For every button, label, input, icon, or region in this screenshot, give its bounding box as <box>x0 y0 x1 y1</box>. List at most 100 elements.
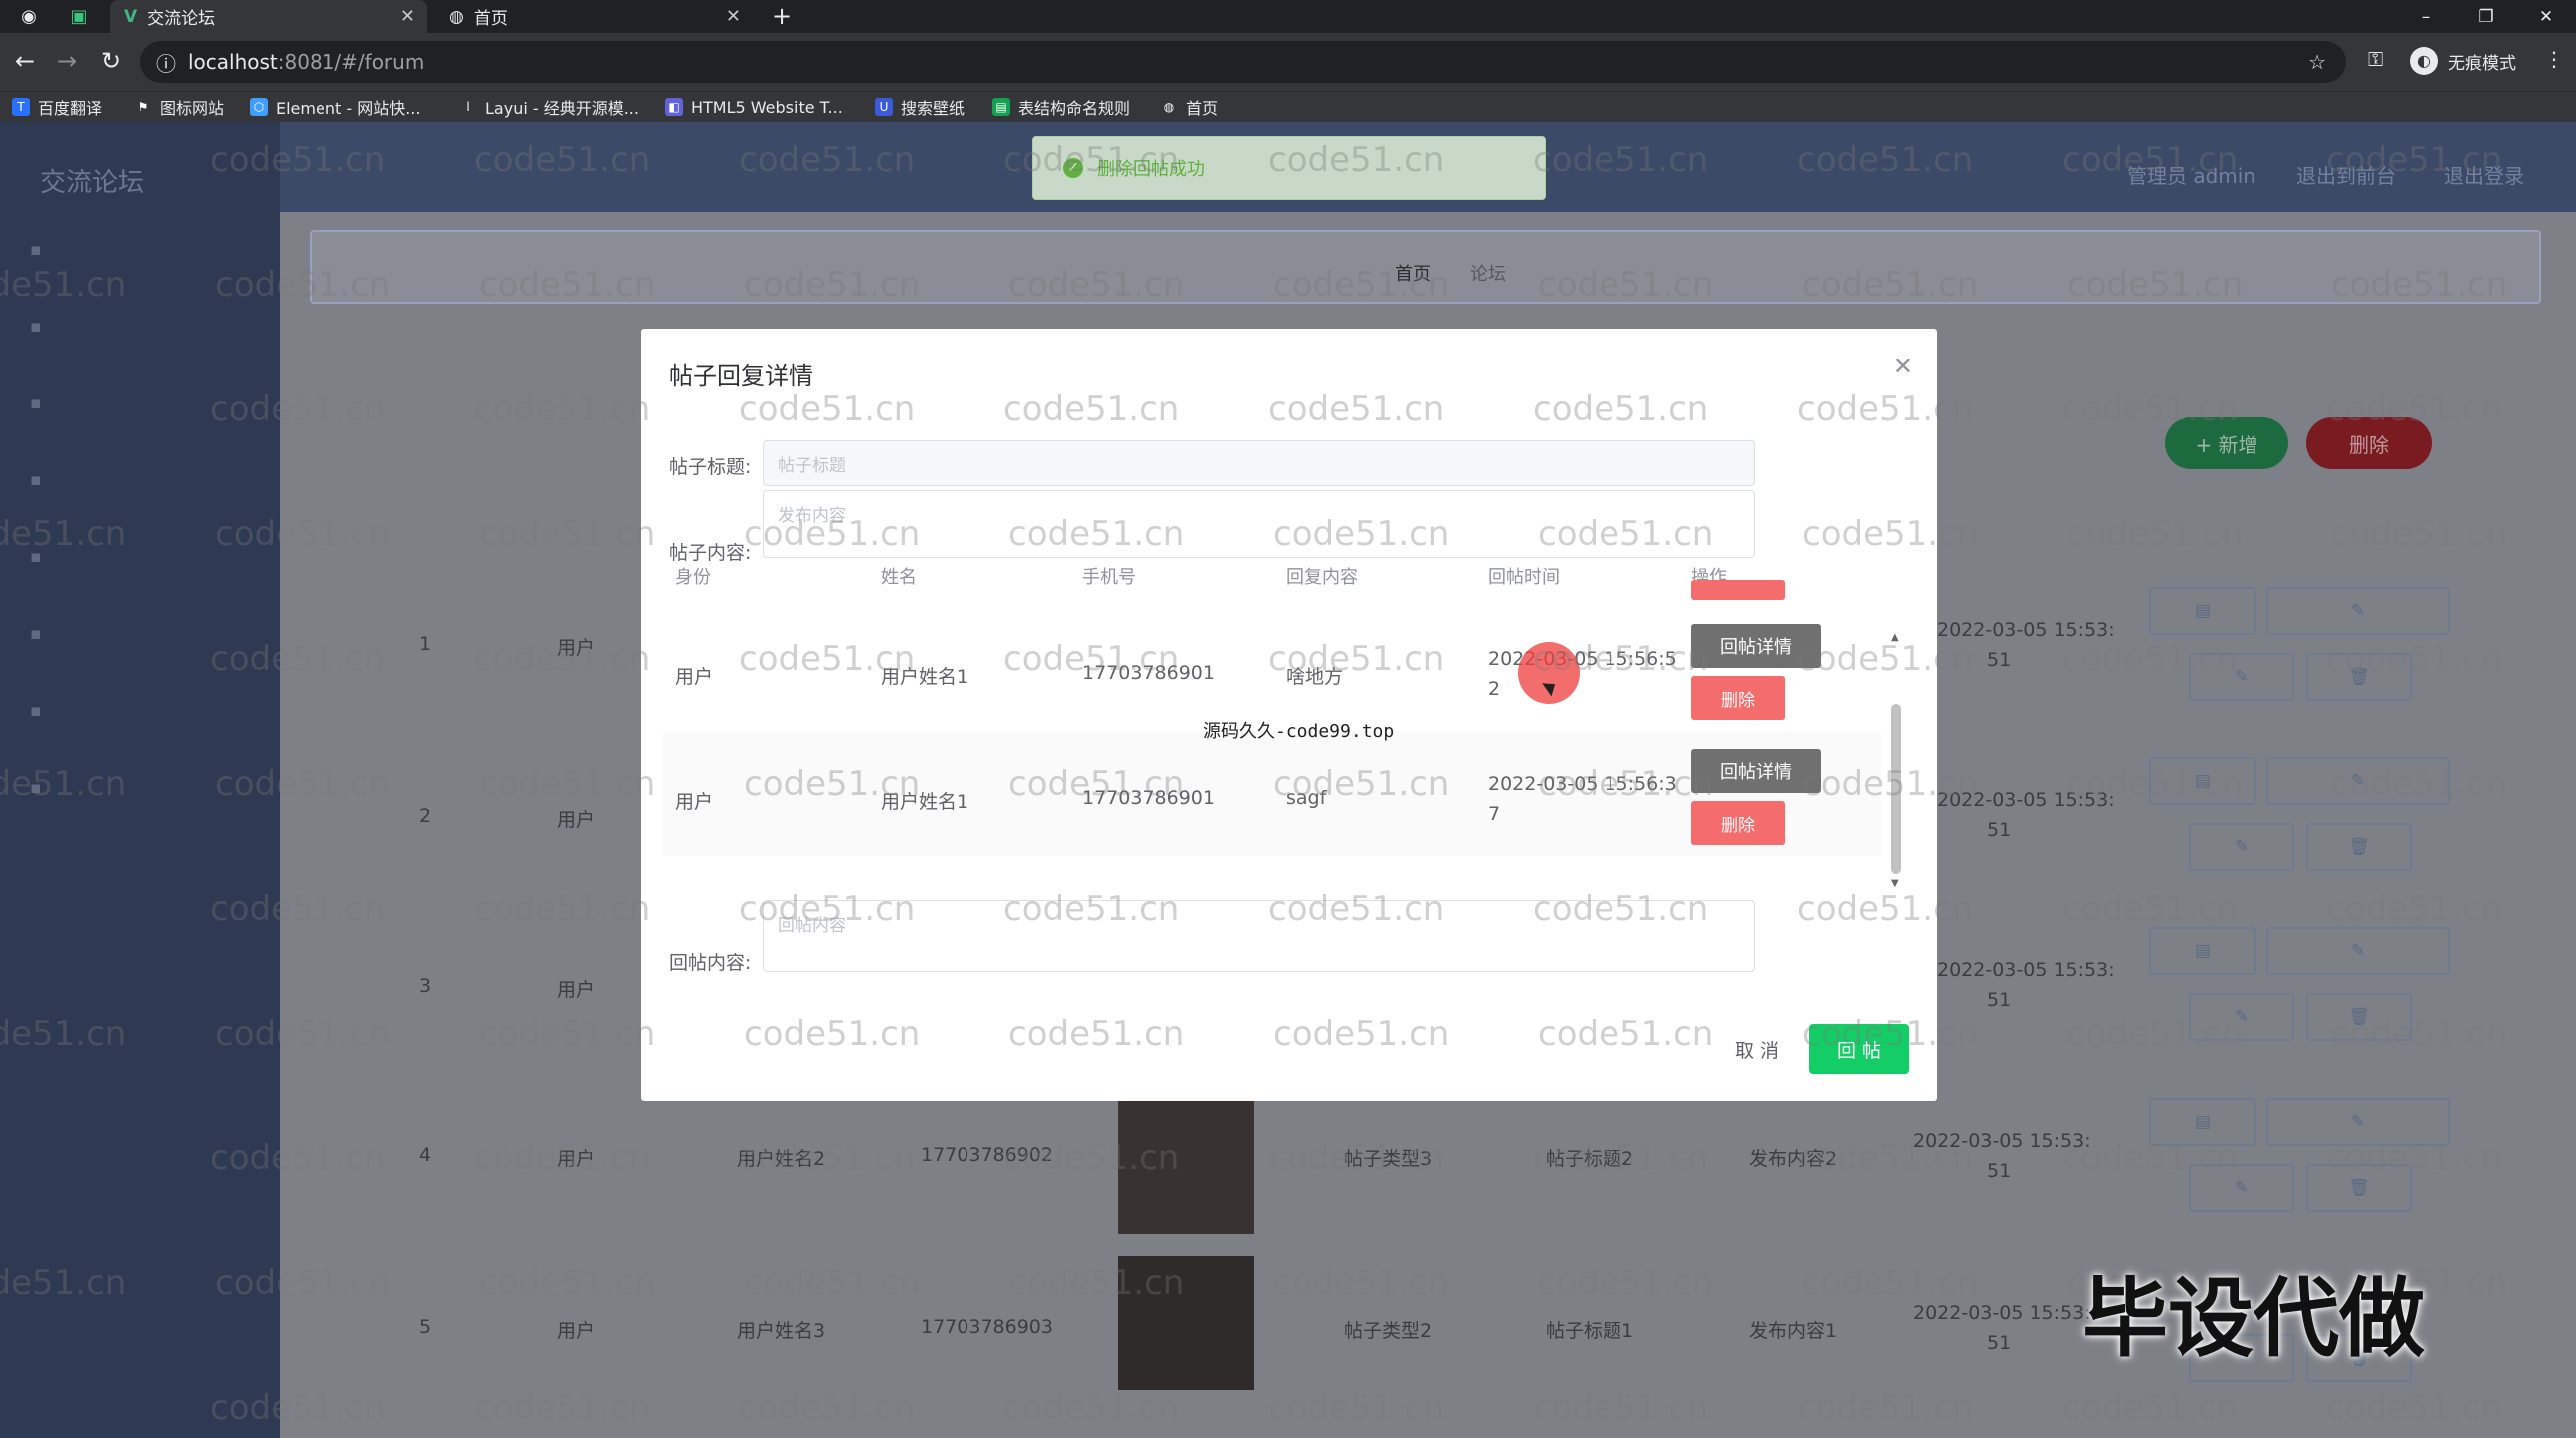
close-icon[interactable]: ✕ <box>1893 353 1913 380</box>
reply-detail-button[interactable]: 回帖详情 <box>1691 749 1821 793</box>
bg-row-index: 3 <box>419 975 432 997</box>
bg-row-index: 5 <box>419 1316 432 1338</box>
cell-phone: 17703786901 <box>1082 787 1215 809</box>
sidebar-item[interactable]: ▪ <box>30 317 42 337</box>
close-icon[interactable]: ✕ <box>726 6 741 27</box>
bookmark-label: Element - 网站快... <box>276 99 421 118</box>
key-icon[interactable]: ⚿ <box>2368 47 2383 71</box>
bg-row-type: 帖子类型3 <box>1344 1148 1433 1170</box>
post-title-input[interactable]: 帖子标题 <box>763 440 1755 486</box>
bg-view-replies-button[interactable]: ✎ <box>2266 927 2450 975</box>
app-icon[interactable]: ▣ <box>66 3 92 29</box>
bg-detail-button[interactable]: ▤ <box>2149 587 2256 635</box>
reply-content-textarea[interactable]: 回帖内容 <box>763 900 1755 972</box>
table-scrollbar[interactable]: ▲ ▼ <box>1889 628 1903 889</box>
logout-link[interactable]: 退出登录 <box>2444 160 2524 189</box>
dialog-title: 帖子回复详情 <box>669 362 813 390</box>
address-bar[interactable]: ⓘ localhost:8081/#/forum ☆ <box>140 41 2346 83</box>
layui-icon: ⅼ <box>466 100 470 114</box>
tab-home[interactable]: ◍ 首页 ✕ <box>435 0 753 33</box>
bg-detail-button[interactable]: ▤ <box>2149 927 2256 975</box>
bookmark-item[interactable]: T 百度翻译 <box>12 96 102 118</box>
submit-reply-button[interactable]: 回 帖 <box>1809 1024 1909 1074</box>
bg-row-index: 2 <box>419 805 432 827</box>
bg-edit-button[interactable]: ✎ <box>2189 1164 2294 1212</box>
tab-forum[interactable]: V 交流论坛 ✕ <box>110 0 427 33</box>
toast-message: 删除回帖成功 <box>1097 159 1205 180</box>
bg-view-replies-button[interactable]: ✎ <box>2266 587 2450 635</box>
browser-tab-strip: ◉ ▣ V 交流论坛 ✕ ◍ 首页 ✕ + – ❐ ✕ <box>0 0 2576 33</box>
bookmark-item[interactable]: ⚑ 图标网站 <box>134 96 224 118</box>
close-window-icon[interactable]: ✕ <box>2516 0 2576 33</box>
bg-delete-button[interactable]: 🗑 <box>2306 1164 2412 1212</box>
element-icon: ⬡ <box>250 98 268 116</box>
bookmark-item[interactable]: ◍ 首页 <box>1160 96 1218 118</box>
bg-delete-button[interactable]: 🗑 <box>2306 993 2412 1041</box>
bg-detail-button[interactable]: ▤ <box>2149 757 2256 805</box>
bookmark-item[interactable]: ⅼ Layui - 经典开源模... <box>459 96 639 118</box>
reload-icon[interactable]: ↻ <box>96 47 126 75</box>
forward-icon[interactable]: → <box>52 47 82 75</box>
info-icon: ⓘ <box>156 51 176 76</box>
scroll-up-icon[interactable]: ▲ <box>1891 632 1899 643</box>
tab-search-icon[interactable]: ◉ <box>16 3 42 29</box>
bookmark-item[interactable]: ⬡ Element - 网站快... <box>250 96 420 118</box>
column-header: 姓名 <box>881 567 917 588</box>
bulk-delete-button[interactable]: 删除 <box>2306 417 2432 469</box>
menu-icon[interactable]: ⋮ <box>2544 47 2564 71</box>
exit-to-front-link[interactable]: 退出到前台 <box>2296 160 2396 189</box>
scroll-thumb[interactable] <box>1891 704 1901 874</box>
bg-row-time: 51 <box>1987 989 2012 1011</box>
sidebar-item[interactable]: ▪ <box>30 240 42 260</box>
bg-delete-button[interactable]: 🗑 <box>2306 653 2412 701</box>
bookmark-label: 百度翻译 <box>38 99 103 118</box>
breadcrumb-home[interactable]: 首页 <box>1395 260 1431 286</box>
back-icon[interactable]: ← <box>10 47 40 75</box>
bg-view-replies-button[interactable]: ✎ <box>2266 1098 2450 1146</box>
column-header: 回复内容 <box>1286 567 1358 588</box>
cell-time: 2 <box>1488 678 1501 700</box>
add-button[interactable]: + 新增 <box>2165 417 2288 469</box>
sidebar-item[interactable]: ▪ <box>30 393 42 413</box>
bg-edit-button[interactable]: ✎ <box>2189 653 2294 701</box>
bg-row-time: 51 <box>1987 649 2012 671</box>
bg-row-title: 帖子标题1 <box>1546 1320 1634 1342</box>
bookmark-label: 图标网站 <box>160 99 225 118</box>
scroll-down-icon[interactable]: ▼ <box>1891 878 1899 889</box>
bg-row-time: 2022-03-05 15:53: <box>1913 1130 2091 1152</box>
sidebar-item[interactable]: ▪ <box>30 470 42 490</box>
reply-delete-button[interactable]: 删除 <box>1691 676 1785 720</box>
sidebar-item[interactable]: ▪ <box>30 778 42 798</box>
bg-view-replies-button[interactable]: ✎ <box>2266 757 2450 805</box>
reply-detail-button[interactable]: 回帖详情 <box>1691 624 1821 668</box>
incognito-profile[interactable]: ◐ 无痕模式 <box>2410 47 2516 75</box>
star-icon[interactable]: ☆ <box>2308 50 2326 74</box>
sidebar-item[interactable]: ▪ <box>30 624 42 644</box>
post-content-textarea[interactable]: 发布内容 <box>763 490 1755 558</box>
bg-detail-button[interactable]: ▤ <box>2149 1098 2256 1146</box>
tab-home-title: 首页 <box>473 9 508 29</box>
row-delete-button-partial[interactable] <box>1691 580 1785 600</box>
bg-edit-button[interactable]: ✎ <box>2189 823 2294 871</box>
cell-role: 用户 <box>675 666 714 688</box>
url-path: :8081/#/forum <box>277 50 425 74</box>
sidebar-item[interactable]: ▪ <box>30 701 42 721</box>
bookmarks-bar: T 百度翻译 ⚑ 图标网站 ⬡ Element - 网站快... ⅼ Layui - 经… <box>0 91 2576 122</box>
minimize-icon[interactable]: – <box>2396 0 2456 33</box>
close-icon[interactable]: ✕ <box>400 6 415 27</box>
cancel-button[interactable]: 取 消 <box>1717 1024 1797 1074</box>
bg-row-role: 用户 <box>557 637 596 659</box>
bookmark-label: Layui - 经典开源模... <box>485 99 639 118</box>
bg-edit-button[interactable]: ✎ <box>2189 993 2294 1041</box>
sidebar-item[interactable]: ▪ <box>30 547 42 567</box>
new-tab-button[interactable]: + <box>769 2 795 30</box>
bookmark-item[interactable]: ▤ 表结构命名规则 <box>992 96 1130 118</box>
restore-icon[interactable]: ❐ <box>2456 0 2516 33</box>
bg-delete-button[interactable]: 🗑 <box>2306 823 2412 871</box>
bg-row-content: 发布内容1 <box>1749 1320 1838 1342</box>
bookmark-item[interactable]: ◧ HTML5 Website T... <box>665 96 843 118</box>
reply-delete-button[interactable]: 删除 <box>1691 801 1785 845</box>
bg-row-role: 用户 <box>557 1320 596 1342</box>
cell-content: sagf <box>1286 787 1327 809</box>
bookmark-item[interactable]: U 搜索壁纸 <box>875 96 965 118</box>
